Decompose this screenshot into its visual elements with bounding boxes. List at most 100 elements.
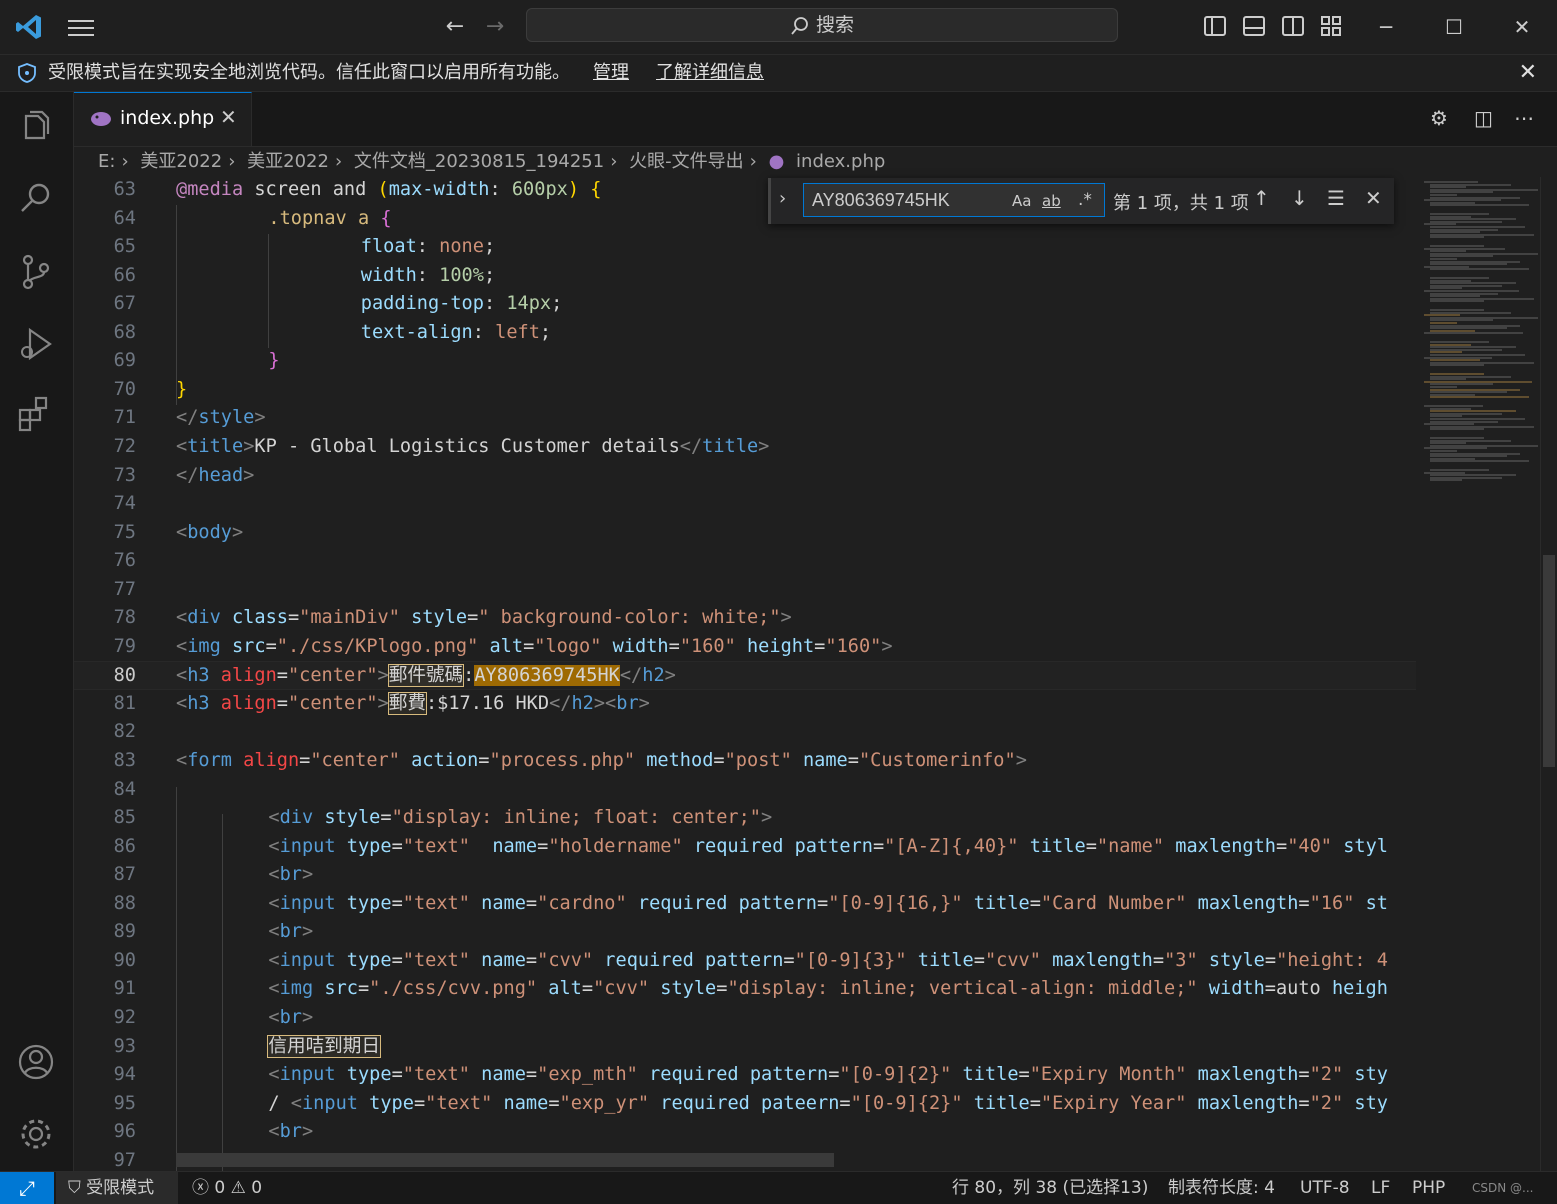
- code-line[interactable]: 73 </head>: [74, 462, 1416, 491]
- code-token: title: [1018, 835, 1086, 857]
- explorer-icon[interactable]: [16, 108, 56, 148]
- match-case-button[interactable]: Aa: [1012, 192, 1031, 210]
- code-line[interactable]: 77: [74, 576, 1416, 605]
- code-line[interactable]: 76: [74, 547, 1416, 576]
- code-line[interactable]: 78 <div class="mainDiv" style=" backgroun…: [74, 604, 1416, 633]
- code-line[interactable]: 75 <body>: [74, 519, 1416, 548]
- code-line[interactable]: 67 padding-top: 14px;: [74, 290, 1416, 319]
- close-window-button[interactable]: ✕: [1504, 10, 1540, 44]
- code-line[interactable]: 71 </style>: [74, 404, 1416, 433]
- code-line[interactable]: 85 <div style="display: inline; float: ce…: [74, 804, 1416, 833]
- language-mode[interactable]: PHP: [1412, 1172, 1445, 1204]
- code-line[interactable]: 74: [74, 490, 1416, 519]
- code-line[interactable]: 92 <br>: [74, 1004, 1416, 1033]
- search-icon[interactable]: [16, 178, 56, 218]
- code-text: text-align: left;: [361, 319, 551, 348]
- minimap[interactable]: [1416, 177, 1541, 1171]
- breadcrumb-item[interactable]: 火眼-文件导出: [629, 151, 744, 172]
- code-line[interactable]: 91 <img src="./css/cvv.png" alt="cvv" sty…: [74, 975, 1416, 1004]
- tab-size[interactable]: 制表符长度: 4: [1168, 1172, 1275, 1204]
- code-line[interactable]: 72 <title>KP - Global Logistics Customer …: [74, 433, 1416, 462]
- php-elephant-icon: [91, 112, 111, 126]
- breadcrumb-item[interactable]: index.php: [796, 151, 885, 172]
- account-icon[interactable]: [16, 1042, 56, 1082]
- code-line[interactable]: 96 <br>: [74, 1118, 1416, 1147]
- code-token: =: [391, 892, 403, 914]
- toggle-secondary-sidebar-icon[interactable]: [1282, 16, 1304, 36]
- code-token: "./css/KPlogo.png": [276, 635, 479, 657]
- breadcrumb-item[interactable]: 文件文档_20230815_194251: [354, 151, 604, 172]
- find-input[interactable]: AY806369745HK Aa ab .*: [803, 183, 1105, 217]
- problems-status[interactable]: ⓧ 0 ⚠ 0: [192, 1172, 262, 1204]
- more-actions-icon[interactable]: ⋯: [1514, 106, 1534, 130]
- watermark: CSDN @...: [1472, 1181, 1534, 1195]
- code-line[interactable]: 66 width: 100%;: [74, 262, 1416, 291]
- toggle-primary-sidebar-icon[interactable]: [1204, 16, 1226, 36]
- code-line[interactable]: 84: [74, 776, 1416, 805]
- code-editor[interactable]: 63 @media screen and (max-width: 600px) {…: [74, 177, 1416, 1171]
- cursor-position[interactable]: 行 80，列 38 (已选择13): [952, 1172, 1148, 1204]
- regex-button[interactable]: .*: [1078, 190, 1092, 210]
- arrow-left-icon[interactable]: ←: [442, 14, 468, 40]
- code-text: <img src="./css/KPlogo.png" alt="logo" w…: [176, 633, 893, 662]
- close-tab-icon[interactable]: ✕: [220, 105, 237, 129]
- code-line[interactable]: 70}: [74, 376, 1416, 405]
- vertical-scrollbar[interactable]: [1540, 177, 1557, 1171]
- find-in-selection-icon[interactable]: ☰: [1327, 186, 1345, 210]
- code-line[interactable]: 90 <input type="text" name="cvv" required…: [74, 947, 1416, 976]
- tab-index-php[interactable]: index.php ✕: [74, 92, 252, 146]
- code-line[interactable]: 82: [74, 718, 1416, 747]
- split-editor-icon[interactable]: ◫: [1474, 106, 1493, 130]
- minimap-line: [1430, 428, 1484, 431]
- code-line[interactable]: 65 float: none;: [74, 233, 1416, 262]
- code-token: <: [176, 435, 188, 457]
- remote-indicator-icon[interactable]: ⤢: [0, 1172, 54, 1204]
- code-line[interactable]: 87 <br>: [74, 861, 1416, 890]
- gear-icon[interactable]: [16, 1114, 56, 1154]
- horizontal-scrollbar[interactable]: [176, 1153, 834, 1167]
- restricted-mode-status[interactable]: ⛉ 受限模式: [56, 1172, 178, 1204]
- scrollbar-thumb[interactable]: [1543, 555, 1555, 767]
- code-line[interactable]: 83 <form align="center" action="process.p…: [74, 747, 1416, 776]
- code-line[interactable]: 79 <img src="./css/KPlogo.png" alt="logo"…: [74, 633, 1416, 662]
- code-line[interactable]: 81 <h3 align="center">郵費:$17.16 HKD</h2><…: [74, 690, 1416, 719]
- run-debug-icon[interactable]: ⚙: [1430, 106, 1448, 130]
- learn-more-link[interactable]: 了解详细信息: [656, 55, 764, 91]
- next-match-icon[interactable]: ↓: [1291, 186, 1308, 210]
- breadcrumb-item[interactable]: E:: [98, 151, 115, 172]
- code-token: height: [735, 635, 815, 657]
- code-line[interactable]: 68 text-align: left;: [74, 319, 1416, 348]
- command-center-search[interactable]: 搜索: [526, 8, 1118, 42]
- extensions-icon[interactable]: [16, 394, 56, 434]
- menu-icon[interactable]: [66, 15, 96, 39]
- code-line[interactable]: 88 <input type="text" name="cardno" requi…: [74, 890, 1416, 919]
- breadcrumb-item[interactable]: 美亚2022: [247, 151, 329, 172]
- customize-layout-icon[interactable]: [1321, 16, 1343, 36]
- arrow-right-icon[interactable]: →: [482, 14, 508, 40]
- code-line[interactable]: 93 信用咭到期日: [74, 1033, 1416, 1062]
- code-line[interactable]: 80 <h3 align="center">郵件號碼:AY806369745HK<…: [74, 661, 1416, 690]
- code-line[interactable]: 86 <input type="text" name="holdername" r…: [74, 833, 1416, 862]
- code-line[interactable]: 95/ <input type="text" name="exp_yr" req…: [74, 1090, 1416, 1119]
- run-debug-icon[interactable]: [16, 324, 56, 364]
- code-line[interactable]: 94 <input type="text" name="exp_mth" requ…: [74, 1061, 1416, 1090]
- end-of-line[interactable]: LF: [1371, 1172, 1390, 1204]
- toggle-panel-icon[interactable]: [1243, 16, 1265, 36]
- encoding[interactable]: UTF-8: [1300, 1172, 1350, 1204]
- code-token: =: [716, 978, 728, 1000]
- toggle-replace-icon[interactable]: ›: [779, 188, 786, 209]
- close-find-icon[interactable]: ✕: [1365, 186, 1382, 210]
- minimize-button[interactable]: ─: [1368, 10, 1404, 44]
- maximize-button[interactable]: ☐: [1436, 10, 1472, 44]
- whole-word-button[interactable]: ab: [1042, 192, 1061, 210]
- manage-link[interactable]: 管理: [593, 55, 629, 91]
- banner-close-button[interactable]: ✕: [1519, 55, 1537, 91]
- code-token: "cvv": [593, 978, 650, 1000]
- code-line[interactable]: 89 <br>: [74, 918, 1416, 947]
- breadcrumb-item[interactable]: 美亚2022: [140, 151, 222, 172]
- code-line[interactable]: 69}: [74, 347, 1416, 376]
- code-token: "height: 4: [1276, 949, 1389, 971]
- previous-match-icon[interactable]: ↑: [1253, 186, 1270, 210]
- source-control-icon[interactable]: [16, 252, 56, 292]
- code-token: img: [187, 635, 221, 657]
